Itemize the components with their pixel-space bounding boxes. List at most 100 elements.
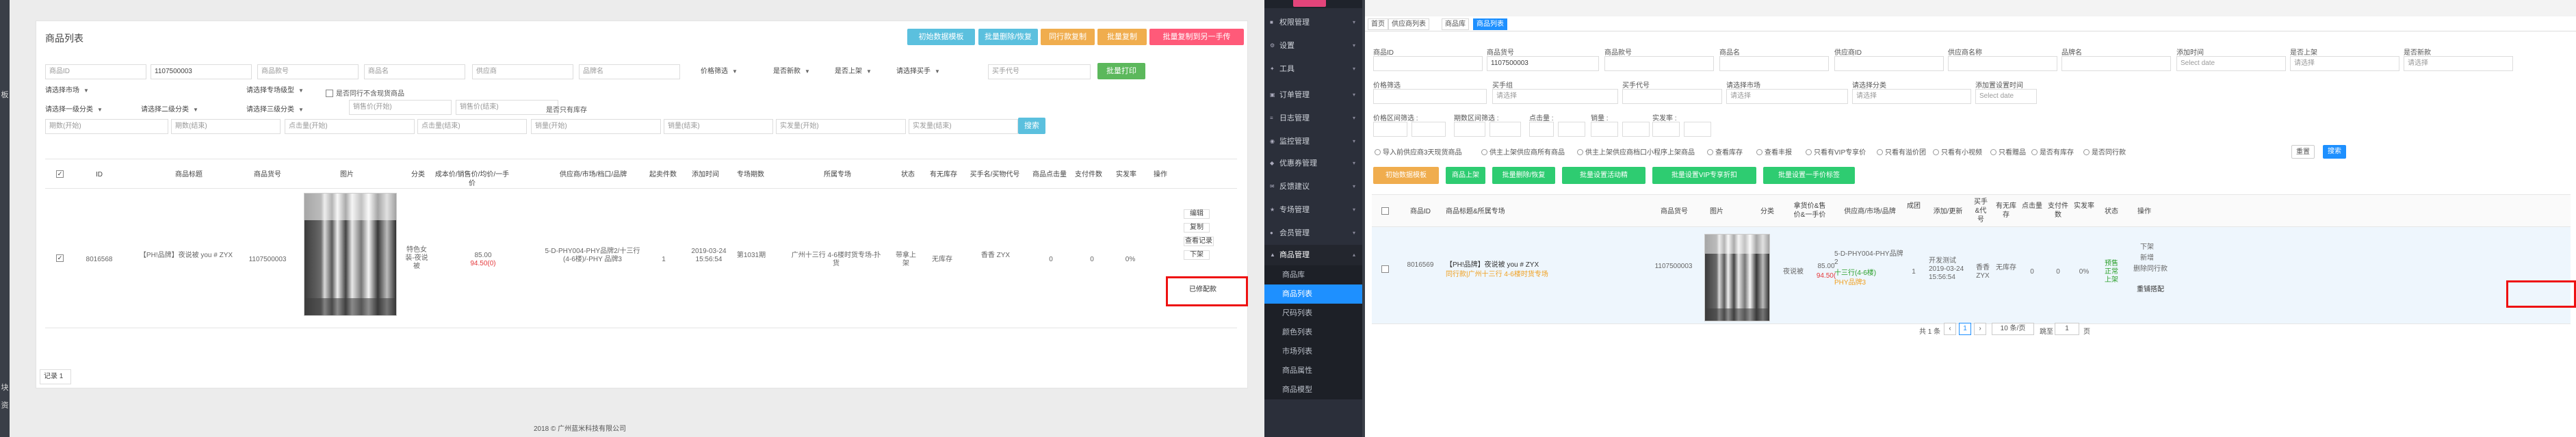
batch-vip-button[interactable]: 批量设置VIP专享折扣	[1652, 167, 1756, 184]
radio-option[interactable]: 只看有VIP专享价	[1806, 146, 1866, 157]
style-no-input[interactable]	[1604, 56, 1714, 71]
nav-item-orders[interactable]: ▣ 订单管理 ▾	[1264, 85, 1362, 105]
clicks-min-input[interactable]: 点击量(开始)	[285, 119, 415, 134]
nav-sub-models[interactable]: 商品模型	[1264, 380, 1362, 399]
period-min-input[interactable]: 期数(开始)	[45, 119, 168, 134]
nav-item-specials[interactable]: ★ 专场管理 ▾	[1264, 200, 1362, 220]
radio-option[interactable]: 是否有库存	[2031, 146, 2074, 157]
sales-max-input[interactable]: 销量(结束)	[664, 119, 773, 134]
page-1-button[interactable]: 1	[1959, 323, 1971, 335]
edit-button[interactable]: 编辑	[1184, 209, 1210, 219]
set-time-picker[interactable]: Select date	[1975, 89, 2037, 104]
copy-to-other-button[interactable]: 批量复制到另一手传	[1149, 29, 1244, 45]
is-new-select[interactable]: 是否新款 ▼	[773, 64, 810, 79]
sales-max-input[interactable]	[1622, 122, 1650, 137]
delist-button[interactable]: 下架	[1184, 250, 1210, 260]
product-id-input[interactable]: 商品ID	[45, 64, 146, 79]
nav-sub-product-library[interactable]: 商品库	[1264, 265, 1362, 284]
table-row[interactable]: ✓ 8016568 【PH!品牌】夜说被 you # ZYX 110750000…	[45, 189, 1237, 328]
row-checkbox[interactable]: ✓	[56, 254, 64, 262]
nav-item-coupons[interactable]: ◆ 优惠券管理 ▾	[1264, 153, 1362, 174]
product-list-button[interactable]: 商品上架	[1446, 167, 1485, 184]
ship-max-input[interactable]	[1684, 122, 1711, 137]
select-all-checkbox[interactable]	[1381, 207, 1389, 215]
nav-item-members[interactable]: ● 会员管理 ▾	[1264, 223, 1362, 243]
cat3-select[interactable]: 请选择三级分类 ▼	[246, 103, 304, 118]
search-button[interactable]: 搜索	[1018, 118, 1045, 134]
radio-option[interactable]: 是否同行款	[2083, 146, 2126, 157]
cat2-select[interactable]: 请选择二级分类 ▼	[141, 103, 198, 118]
brand-input[interactable]: 品牌名	[579, 64, 680, 79]
sku-input[interactable]: 1107500003	[151, 64, 252, 79]
nav-item-logs[interactable]: ≡ 日志管理 ▾	[1264, 108, 1362, 129]
ship-min-input[interactable]: 实发量(开始)	[776, 119, 906, 134]
tab-product-library[interactable]: 商品库	[1442, 18, 1469, 30]
price-min-input[interactable]: 销售价(开始)	[349, 100, 452, 115]
radio-option[interactable]: 查看丰报	[1756, 146, 1792, 157]
supplier-input[interactable]: 供应商	[472, 64, 573, 79]
delist-button[interactable]: 下架	[2130, 243, 2164, 252]
price-min-input[interactable]	[1373, 122, 1407, 137]
radio-option[interactable]: 只看有溢价团	[1877, 146, 1926, 157]
product-name-input[interactable]: 商品名	[364, 64, 465, 79]
ship-min-input[interactable]	[1652, 122, 1680, 137]
same-style-copy-button[interactable]: 同行款复制	[1041, 29, 1095, 45]
buyer-code-input[interactable]: 买手代号	[988, 64, 1091, 79]
add-button[interactable]: 新增	[2130, 254, 2164, 263]
nav-sub-size-list[interactable]: 尺码列表	[1264, 304, 1362, 323]
sales-min-input[interactable]: 销量(开始)	[531, 119, 661, 134]
tab-product-list[interactable]: 商品列表	[1473, 18, 1507, 30]
page-size-select[interactable]: 记录 1	[40, 369, 71, 384]
batch-delete-button[interactable]: 批量删除/恢复	[978, 29, 1038, 45]
sales-min-input[interactable]	[1591, 122, 1618, 137]
tab-supplier-list[interactable]: 供应商列表	[1388, 18, 1429, 30]
period-max-input[interactable]: 期数(结束)	[171, 119, 281, 134]
prev-page-button[interactable]: ‹	[1944, 323, 1956, 335]
is-listed-select[interactable]: 是否上架 ▼	[835, 64, 872, 79]
batch-delete-button[interactable]: 批量删除/恢复	[1492, 167, 1555, 184]
batch-copy-button[interactable]: 批量复制	[1097, 29, 1147, 45]
period-min-input[interactable]	[1454, 122, 1485, 137]
copy-button[interactable]: 复制	[1184, 223, 1210, 233]
nav-item-products[interactable]: ▲ 商品管理 ▴	[1264, 245, 1362, 265]
nav-sub-color-list[interactable]: 颜色列表	[1264, 323, 1362, 342]
clicks-max-input[interactable]	[1558, 122, 1585, 137]
table-row[interactable]: 8016569 【PH!品牌】夜说被 you # ZYX 同行款|广州十三行 4…	[1372, 227, 2571, 324]
checkbox[interactable]	[326, 90, 333, 97]
reset-button[interactable]: 重置	[2291, 145, 2315, 159]
init-template-button[interactable]: 初始数据模板	[1373, 167, 1439, 184]
category-select[interactable]: 请选择	[1852, 89, 1971, 104]
nav-item-monitor[interactable]: ◉ 监控管理 ▾	[1264, 131, 1362, 152]
product-id-input[interactable]	[1373, 56, 1483, 71]
row-checkbox[interactable]	[1381, 265, 1389, 273]
price-filter-select[interactable]: 价格筛选 ▼	[701, 64, 738, 79]
style-no-input[interactable]: 商品款号	[257, 64, 359, 79]
market-select[interactable]: 请选择	[1726, 89, 1848, 104]
view-log-button[interactable]: 查看记录	[1184, 237, 1214, 246]
goto-page-input[interactable]: 1	[2055, 323, 2079, 335]
nav-item-feedback[interactable]: ✉ 反馈建议 ▾	[1264, 176, 1362, 197]
buyer-group-select[interactable]: 请选择	[1492, 89, 1618, 104]
price-max-input[interactable]: 销售价(结束)	[456, 100, 558, 115]
nav-item-tools[interactable]: ✦ 工具 ▾	[1264, 59, 1362, 79]
buyer-select[interactable]: 请选择买手 ▼	[896, 64, 940, 79]
price-filter-select[interactable]	[1373, 89, 1487, 104]
brand-input[interactable]	[2061, 56, 2171, 71]
ship-max-input[interactable]: 实发量(结束)	[909, 119, 1018, 134]
cat1-select[interactable]: 请选择一级分类 ▼	[45, 103, 103, 118]
special-type-select[interactable]: 请选择专场级型 ▼	[246, 83, 304, 98]
radio-option[interactable]: 供主上架供应商档口小程序上架商品	[1577, 146, 1695, 157]
radio-option[interactable]: 导入前供应商3天现货商品	[1375, 146, 1462, 157]
period-max-input[interactable]	[1489, 122, 1521, 137]
is-listed-select[interactable]: 请选择	[2290, 56, 2399, 71]
search-button[interactable]: 搜索	[2323, 145, 2346, 159]
radio-option[interactable]: 只看赠品	[1990, 146, 2026, 157]
batch-activity-button[interactable]: 批量设置活动精	[1562, 167, 1645, 184]
select-all-checkbox[interactable]: ✓	[56, 170, 64, 178]
market-select[interactable]: 请选择市场 ▼	[45, 83, 89, 98]
radio-option[interactable]: 供主上架供应商所有商品	[1481, 146, 1565, 157]
nav-sub-product-list[interactable]: 商品列表	[1264, 284, 1362, 304]
product-name-input[interactable]	[1719, 56, 1829, 71]
nav-item-settings[interactable]: ⚙ 设置 ▾	[1264, 36, 1362, 56]
same-style-checkbox-label[interactable]: 是否同行不含现货商品	[326, 88, 404, 98]
